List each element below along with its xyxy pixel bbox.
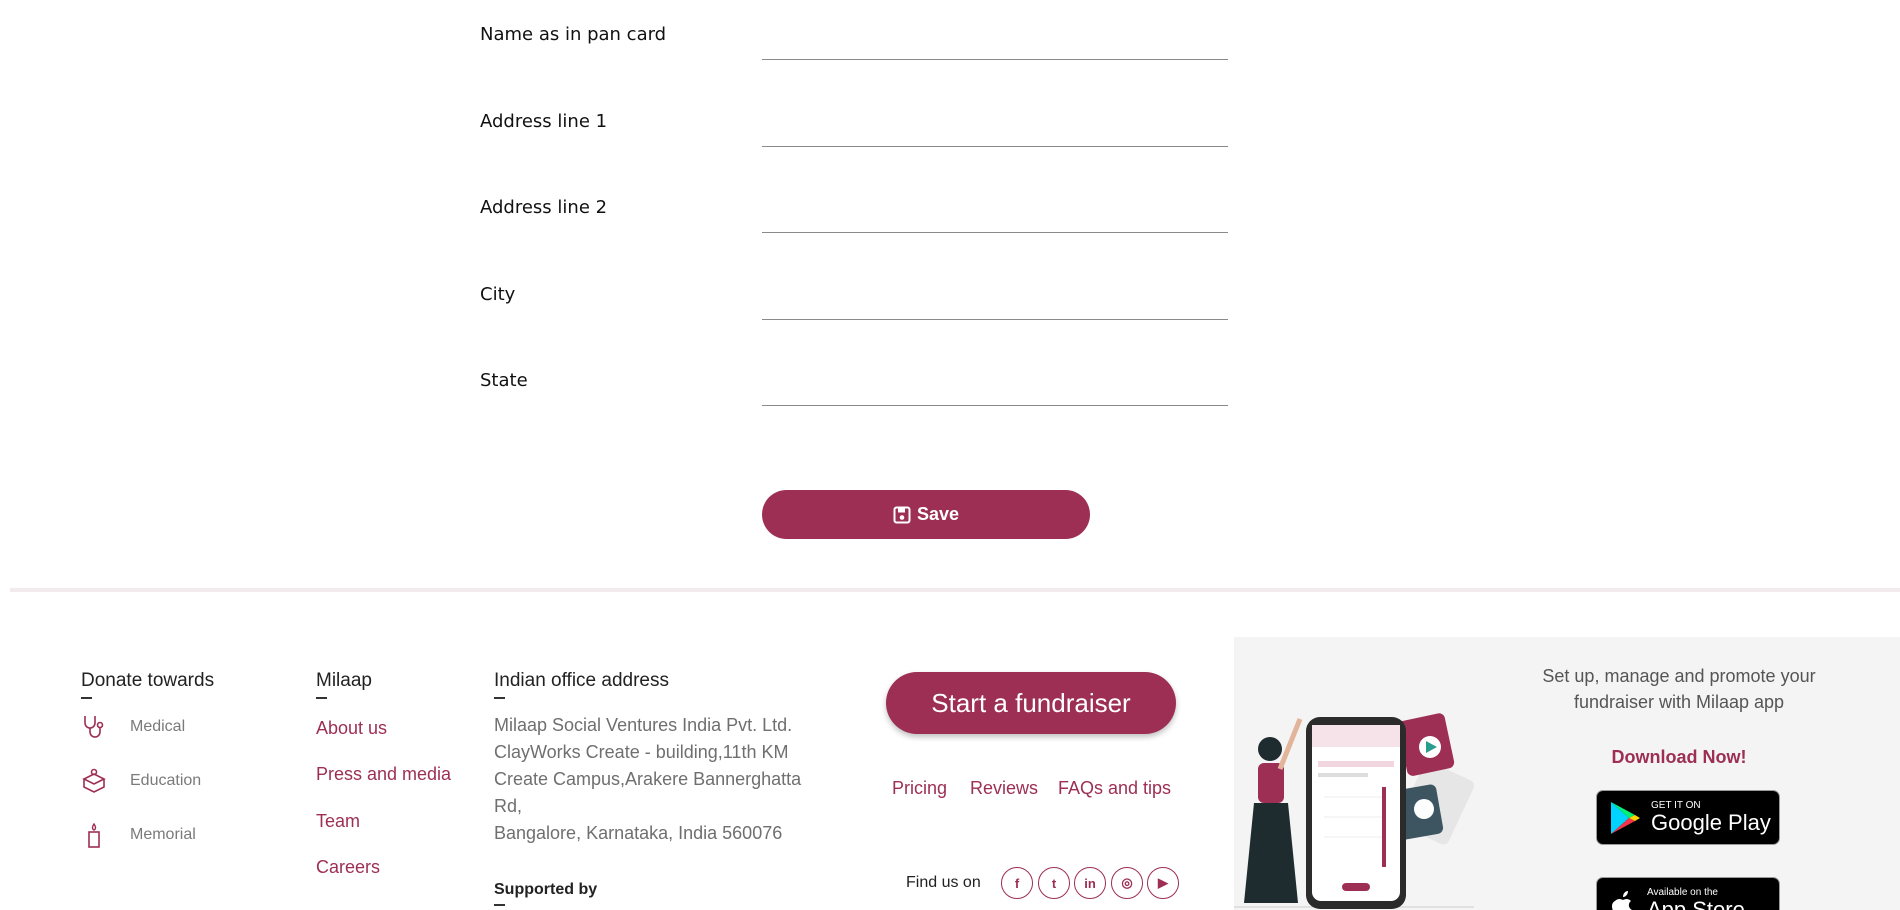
instagram-icon[interactable]: ◎ xyxy=(1111,867,1143,899)
candle-icon xyxy=(80,821,108,849)
stethoscope-icon xyxy=(80,713,108,741)
app-store-button[interactable]: Available on the App Store xyxy=(1596,877,1780,910)
state-input[interactable] xyxy=(762,360,1228,406)
office-address: Milaap Social Ventures India Pvt. Ltd. C… xyxy=(494,712,814,847)
name-input[interactable] xyxy=(762,14,1228,60)
address-line-1-input[interactable] xyxy=(762,101,1228,147)
address-line: ClayWorks Create - building,11th KM xyxy=(494,742,789,762)
address-line-2-input[interactable] xyxy=(762,187,1228,233)
start-fundraiser-button[interactable]: Start a fundraiser xyxy=(886,672,1176,734)
supported-by-title: Supported by xyxy=(494,881,598,906)
city-label: City xyxy=(480,284,516,305)
address-line-2-row: Address line 2 xyxy=(480,187,1228,237)
careers-link[interactable]: Careers xyxy=(316,857,380,878)
donate-towards-title: Donate towards xyxy=(81,670,215,699)
press-and-media-link[interactable]: Press and media xyxy=(316,764,451,785)
donate-memorial-link[interactable]: Memorial xyxy=(80,821,196,849)
google-play-icon xyxy=(1611,801,1640,834)
google-play-big: Google Play xyxy=(1651,810,1771,835)
reviews-link[interactable]: Reviews xyxy=(970,778,1038,799)
address-line-1-row: Address line 1 xyxy=(480,101,1228,151)
section-divider xyxy=(10,588,1900,592)
facebook-icon[interactable]: f xyxy=(1001,867,1033,899)
google-play-button[interactable]: GET IT ON Google Play xyxy=(1596,790,1780,845)
app-illustration xyxy=(1234,713,1474,909)
donate-medical-label: Medical xyxy=(130,718,186,735)
name-label: Name as in pan card xyxy=(480,24,667,45)
find-us-label: Find us on xyxy=(906,874,981,891)
city-row: City xyxy=(480,274,1228,324)
address-line: Milaap Social Ventures India Pvt. Ltd. xyxy=(494,715,793,735)
state-label: State xyxy=(480,370,528,391)
donate-medical-link[interactable]: Medical xyxy=(80,713,185,741)
donate-memorial-label: Memorial xyxy=(130,826,196,843)
app-store-big: App Store xyxy=(1647,897,1745,910)
app-promo-panel: Set up, manage and promote your fundrais… xyxy=(1234,637,1900,910)
address-line: Create Campus,Arakere Bannerghatta xyxy=(494,769,802,789)
state-row: State xyxy=(480,360,1228,410)
education-icon xyxy=(80,767,108,795)
donate-education-label: Education xyxy=(130,772,202,789)
address-line-1-label: Address line 1 xyxy=(480,111,608,132)
office-address-title: Indian office address xyxy=(494,670,669,699)
address-line-2-label: Address line 2 xyxy=(480,197,608,218)
apple-icon xyxy=(1612,890,1632,910)
linkedin-icon[interactable]: in xyxy=(1074,867,1106,899)
address-line: Bangalore, Karnataka, India 560076 xyxy=(494,823,783,843)
youtube-icon[interactable]: ▶ xyxy=(1147,867,1179,899)
floppy-disk-icon xyxy=(893,506,911,523)
faqs-link[interactable]: FAQs and tips xyxy=(1058,778,1171,799)
save-button[interactable]: Save xyxy=(762,490,1090,539)
address-line: Rd, xyxy=(494,796,523,816)
donate-education-link[interactable]: Education xyxy=(80,767,201,795)
team-link[interactable]: Team xyxy=(316,811,360,832)
milaap-title: Milaap xyxy=(316,670,372,699)
twitter-icon[interactable]: t xyxy=(1038,867,1070,899)
about-us-link[interactable]: About us xyxy=(316,718,387,739)
save-label: Save xyxy=(916,504,960,524)
name-row: Name as in pan card xyxy=(480,14,1228,64)
pricing-link[interactable]: Pricing xyxy=(892,778,947,799)
download-now-label: Download Now! xyxy=(1611,747,1747,767)
city-input[interactable] xyxy=(762,274,1228,320)
app-promo-text: Set up, manage and promote your fundrais… xyxy=(1542,666,1816,712)
